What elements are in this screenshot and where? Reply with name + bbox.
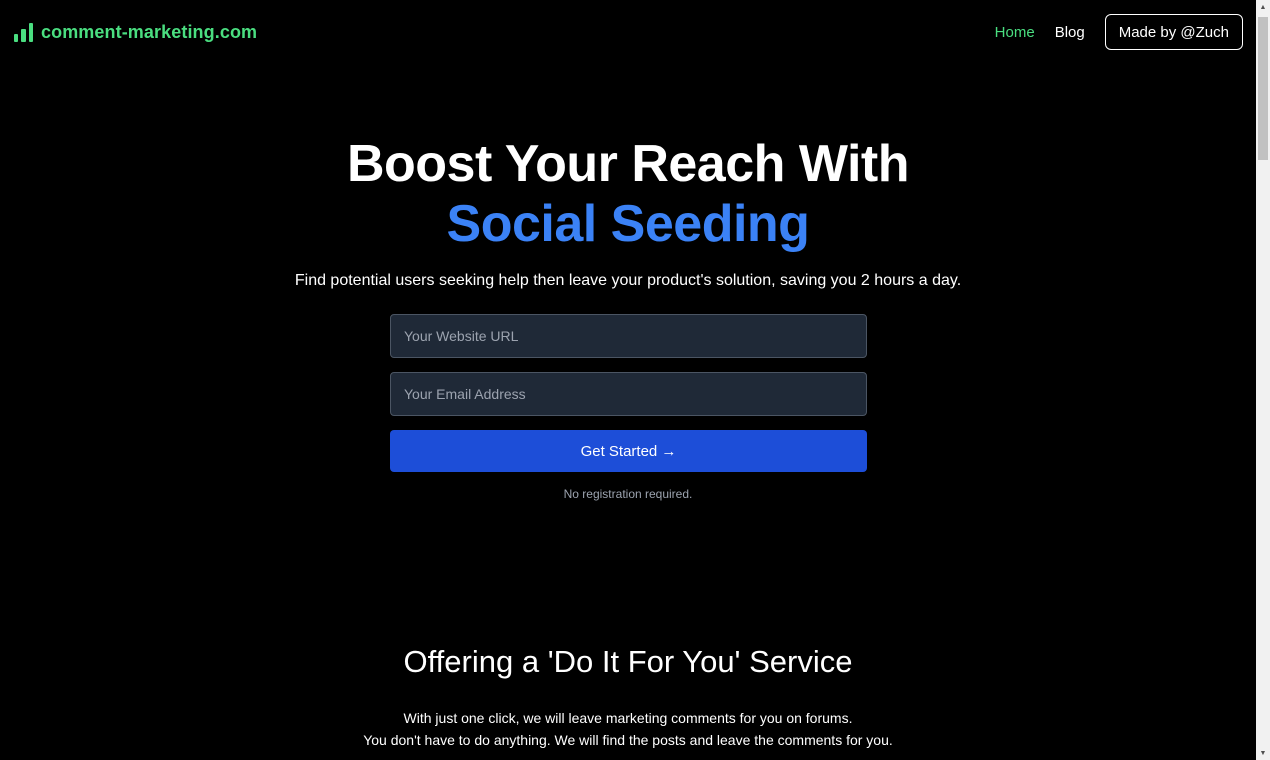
email-input[interactable] — [390, 372, 867, 416]
nav-link-blog[interactable]: Blog — [1055, 24, 1085, 41]
logo-link[interactable]: comment-marketing.com — [14, 22, 257, 43]
bar-chart-icon — [14, 23, 33, 42]
get-started-button[interactable]: Get Started → — [390, 430, 867, 472]
vertical-scrollbar[interactable]: ▲ ▼ — [1256, 0, 1270, 760]
triangle-down-icon[interactable]: ▼ — [1256, 746, 1270, 760]
page: comment-marketing.com Home Blog Made by … — [0, 0, 1256, 760]
service-description-line2: You don't have to do anything. We will f… — [363, 732, 893, 748]
website-url-input[interactable] — [390, 314, 867, 358]
hero-subtitle: Find potential users seeking help then l… — [294, 272, 962, 289]
no-registration-note: No registration required. — [563, 487, 693, 501]
made-by-button[interactable]: Made by @Zuch — [1104, 14, 1243, 50]
service-section-title: Offering a 'Do It For You' Service — [403, 644, 853, 679]
top-nav: Home Blog Made by @Zuch — [995, 14, 1243, 50]
hero-title-line1: Boost Your Reach With — [346, 135, 910, 193]
triangle-up-icon[interactable]: ▲ — [1256, 0, 1270, 14]
service-description-line1: With just one click, we will leave marke… — [403, 710, 853, 726]
nav-link-home[interactable]: Home — [995, 24, 1035, 41]
logo-text: comment-marketing.com — [41, 22, 258, 42]
scrollbar-thumb[interactable] — [1258, 17, 1268, 160]
hero-title-line2: Social Seeding — [446, 195, 810, 253]
hero-title: Boost Your Reach With Social Seeding — [0, 134, 1256, 254]
